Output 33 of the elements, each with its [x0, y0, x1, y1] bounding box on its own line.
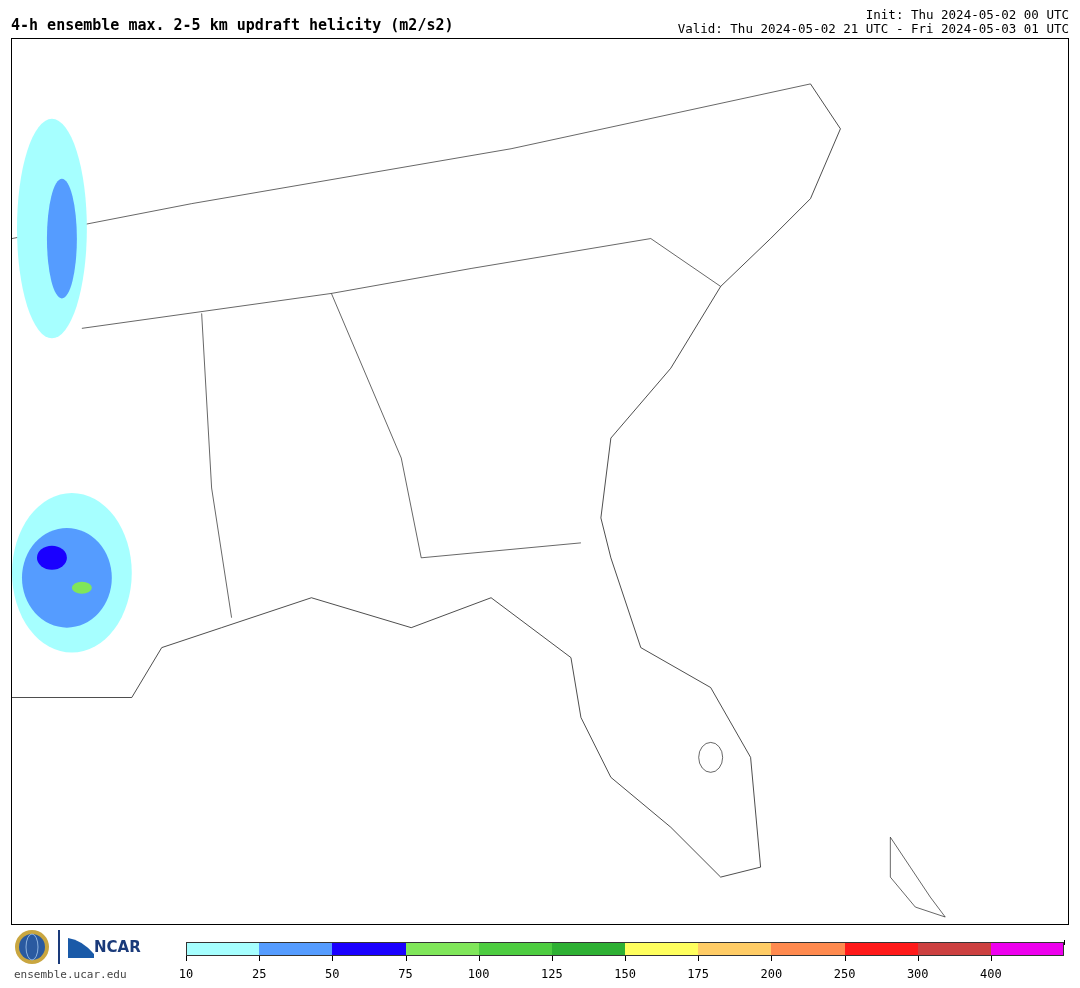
colorbar-label: 400 [980, 966, 1002, 983]
tick-mark [332, 956, 334, 961]
tick-mark [698, 956, 700, 961]
tick-mark [259, 956, 261, 961]
init-time: Init: Thu 2024-05-02 00 UTC [864, 8, 1069, 22]
colorbar-label: 125 [541, 966, 563, 983]
tick-mark [625, 956, 627, 961]
colorbar-label: 100 [467, 966, 490, 983]
tick-mark [186, 956, 187, 961]
tick-mark [917, 956, 919, 961]
colorbar-label: 175 [687, 966, 710, 983]
globe-emblem-icon [14, 929, 50, 965]
tick-mark [844, 956, 846, 961]
colorbar-label: 300 [906, 966, 929, 983]
tick-mark [1064, 940, 1065, 945]
colorbar-label: 250 [833, 966, 856, 983]
colorbar-label: 75 [398, 966, 413, 983]
tick-mark [405, 956, 407, 961]
chart-title: 4-h ensemble max. 2-5 km updraft helicity (m2/s2) [11, 15, 454, 36]
tick-mark [551, 956, 553, 961]
colorbar-label: 50 [325, 966, 340, 983]
logo-text: NCAR [94, 936, 141, 958]
website-url: ensemble.ucar.edu [14, 967, 128, 983]
valid-time-range: Valid: Thu 2024-05-02 21 UTC - Fri 2024-05-03 01 UTC [677, 22, 1069, 36]
tick-mark [478, 956, 480, 961]
colorbar-label: 25 [251, 966, 267, 983]
colorbar-label: 150 [614, 966, 636, 983]
tick-mark [771, 956, 773, 961]
tick-mark [990, 956, 992, 961]
colorbar-label: 200 [760, 966, 783, 983]
swoosh-icon [68, 938, 94, 959]
logo-divider [58, 930, 60, 964]
colorbar-label: 10 [178, 966, 194, 983]
